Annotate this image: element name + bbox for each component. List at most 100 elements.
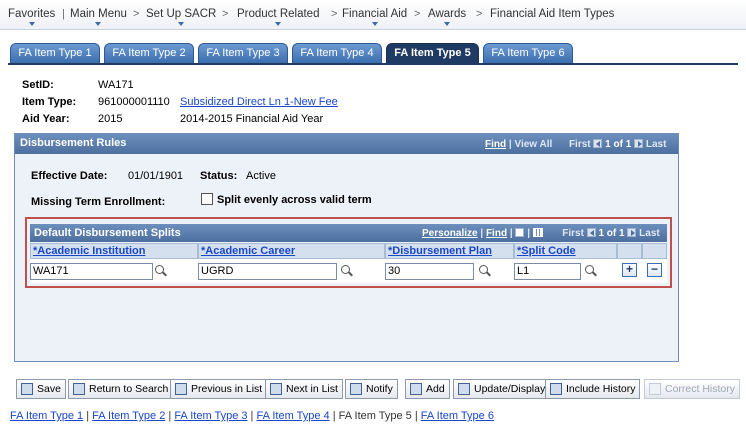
disbursement-plan-input[interactable]: 30: [385, 263, 474, 280]
disbursement-rules-header: Disbursement Rules Find | View All First…: [15, 134, 678, 154]
column-disbursement-plan[interactable]: *Disbursement Plan: [385, 243, 514, 259]
breadcrumb: Favorites | Main Menu > Set Up SACR > Pr…: [0, 0, 746, 30]
save-icon: [21, 383, 33, 395]
row-count: 1 of 1: [598, 228, 625, 239]
chevron-down-icon: [95, 22, 102, 26]
update-display-button[interactable]: Update/Display: [453, 379, 551, 399]
item-type-value: 961000001110: [98, 96, 170, 108]
tab-fa-item-type-4[interactable]: FA Item Type 4: [292, 43, 382, 63]
split-evenly-label: Split evenly across valid term: [217, 194, 372, 206]
search-icon[interactable]: [340, 264, 354, 278]
split-evenly-checkbox[interactable]: [201, 193, 213, 205]
personalize-link[interactable]: Personalize: [422, 228, 478, 239]
breadcrumb-divider: |: [62, 8, 65, 20]
breadcrumb-financial-aid-item-types[interactable]: Financial Aid Item Types: [490, 8, 614, 20]
breadcrumb-set-up-sacr[interactable]: Set Up SACR: [146, 8, 216, 26]
splits-title: Default Disbursement Splits: [34, 227, 181, 239]
disbursement-rules-title: Disbursement Rules: [20, 137, 127, 149]
find-link[interactable]: Find: [486, 228, 507, 239]
breadcrumb-financial-aid[interactable]: Financial Aid: [342, 8, 407, 26]
add-row-icon[interactable]: +: [622, 263, 637, 277]
first-label: First: [568, 139, 591, 150]
chevron-right-icon: >: [331, 8, 338, 20]
include-history-button[interactable]: Include History: [545, 379, 641, 399]
chevron-down-icon: [444, 22, 451, 26]
notify-button[interactable]: Notify: [345, 379, 398, 399]
effective-date-label: Effective Date:: [31, 170, 108, 182]
chevron-down-icon: [28, 22, 35, 26]
chevron-right-icon: >: [476, 8, 483, 20]
footer-link-fa-item-type-1[interactable]: FA Item Type 1: [10, 410, 83, 422]
setid-label: SetID:: [22, 79, 54, 91]
next-icon[interactable]: [634, 139, 644, 148]
splits-header: Default Disbursement Splits Personalize …: [30, 224, 667, 242]
footer-link-fa-item-type-6[interactable]: FA Item Type 6: [421, 410, 494, 422]
tab-fa-item-type-3[interactable]: FA Item Type 3: [198, 43, 288, 63]
breadcrumb-product-related[interactable]: Product Related: [237, 8, 319, 26]
tab-underline: [8, 63, 738, 65]
correct-history-icon: [649, 383, 661, 395]
missing-term-enrollment-label: Missing Term Enrollment:: [31, 196, 166, 208]
tab-fa-item-type-1[interactable]: FA Item Type 1: [10, 43, 100, 63]
breadcrumb-awards[interactable]: Awards: [428, 8, 466, 26]
column-delete: [642, 243, 667, 259]
history-icon: [550, 383, 562, 395]
next-icon: [270, 383, 282, 395]
update-icon: [458, 383, 470, 395]
row-count: 1 of 1: [605, 139, 632, 150]
last-label: Last: [645, 139, 667, 150]
footer-current-fa-item-type-5: FA Item Type 5: [338, 410, 412, 422]
view-all-icon[interactable]: [515, 228, 525, 237]
breadcrumb-favorites[interactable]: Favorites: [8, 8, 55, 26]
chevron-right-icon: >: [133, 8, 140, 20]
status-label: Status:: [200, 170, 238, 182]
breadcrumb-main-menu[interactable]: Main Menu: [70, 8, 127, 26]
notify-icon: [350, 383, 362, 395]
search-icon[interactable]: [584, 264, 598, 278]
search-icon: [73, 383, 85, 395]
footer-tab-links: FA Item Type 1 | FA Item Type 2 | FA Ite…: [10, 410, 494, 422]
save-button[interactable]: Save: [16, 379, 66, 399]
first-label: First: [562, 228, 584, 239]
column-split-code[interactable]: *Split Code: [514, 243, 617, 259]
aid-year-value: 2015: [98, 113, 123, 125]
default-disbursement-splits-grid: Default Disbursement Splits Personalize …: [25, 217, 672, 288]
delete-row-icon[interactable]: −: [647, 263, 662, 277]
item-type-description-link[interactable]: Subsidized Direct Ln 1-New Fee: [180, 96, 338, 108]
setid-value: WA171: [98, 79, 134, 91]
chevron-down-icon: [275, 22, 282, 26]
add-button[interactable]: Add: [405, 379, 450, 399]
tab-fa-item-type-2[interactable]: FA Item Type 2: [104, 43, 194, 63]
footer-link-fa-item-type-4[interactable]: FA Item Type 4: [256, 410, 329, 422]
previous-icon[interactable]: [586, 228, 596, 237]
splits-navigation: Personalize | Find | | First 1 of 1 Last: [422, 228, 660, 239]
next-icon[interactable]: [627, 228, 637, 237]
split-code-input[interactable]: L1: [514, 263, 581, 280]
aid-year-label: Aid Year:: [22, 113, 70, 125]
previous-in-list-button[interactable]: Previous in List: [170, 379, 268, 399]
column-academic-institution[interactable]: *Academic Institution: [30, 243, 198, 259]
view-all-link[interactable]: View All: [514, 139, 552, 150]
item-type-label: Item Type:: [22, 96, 77, 108]
footer-link-fa-item-type-2[interactable]: FA Item Type 2: [92, 410, 165, 422]
add-icon: [410, 383, 422, 395]
footer-link-fa-item-type-3[interactable]: FA Item Type 3: [174, 410, 247, 422]
find-link[interactable]: Find: [485, 139, 506, 150]
chevron-down-icon: [371, 22, 378, 26]
column-academic-career[interactable]: *Academic Career: [198, 243, 385, 259]
rules-navigation: Find | View All First 1 of 1 Last: [485, 139, 667, 150]
download-icon[interactable]: [532, 228, 543, 237]
academic-institution-input[interactable]: WA171: [30, 263, 153, 280]
chevron-right-icon: >: [414, 8, 421, 20]
search-icon[interactable]: [154, 264, 168, 278]
previous-icon[interactable]: [593, 139, 603, 148]
tab-fa-item-type-6[interactable]: FA Item Type 6: [483, 43, 573, 63]
return-to-search-button[interactable]: Return to Search: [68, 379, 174, 399]
correct-history-button: Correct History: [644, 379, 741, 399]
column-add: [617, 243, 642, 259]
academic-career-input[interactable]: UGRD: [198, 263, 337, 280]
search-icon[interactable]: [478, 264, 492, 278]
tab-fa-item-type-5[interactable]: FA Item Type 5: [386, 43, 479, 63]
aid-year-description: 2014-2015 Financial Aid Year: [180, 113, 324, 125]
next-in-list-button[interactable]: Next in List: [265, 379, 343, 399]
